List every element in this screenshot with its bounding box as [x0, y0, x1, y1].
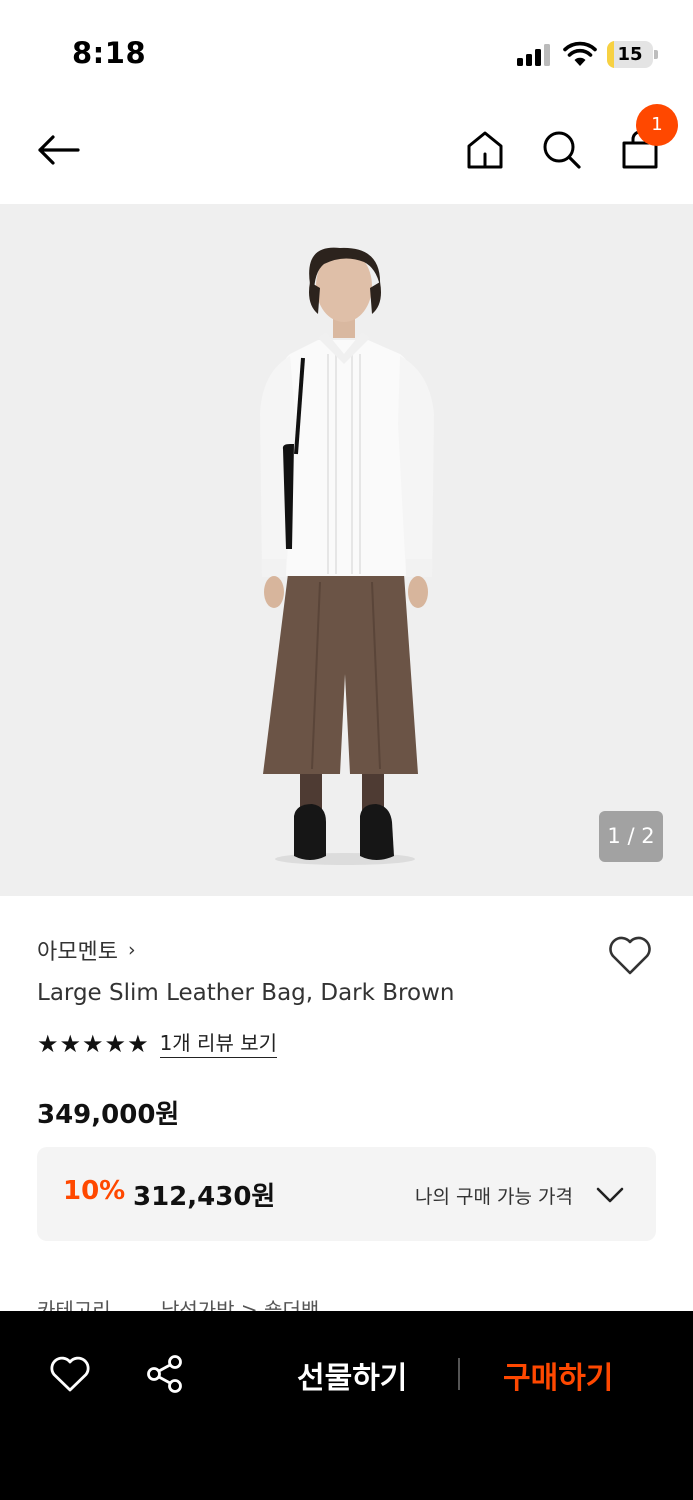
- discount-price: 312,430원: [133, 1182, 276, 1212]
- search-icon: [543, 131, 581, 169]
- star-icon: ★: [82, 1030, 104, 1058]
- product-price: 349,000원: [37, 1100, 180, 1130]
- heart-outline-icon: [50, 1356, 90, 1392]
- divider: [458, 1358, 460, 1390]
- star-icon: ★: [37, 1030, 59, 1058]
- review-link[interactable]: 1개 리뷰 보기: [159, 1031, 278, 1058]
- brand-link[interactable]: 아모멘토 ›: [37, 934, 136, 966]
- rating-row: ★ ★ ★ ★ ★ 1개 리뷰 보기: [37, 1030, 278, 1058]
- status-time: 8:18: [72, 36, 147, 70]
- chevron-down-icon: [596, 1187, 624, 1203]
- bottom-action-bar: 선물하기 구매하기: [0, 1311, 693, 1500]
- product-image-gallery[interactable]: 1 / 2: [0, 204, 693, 896]
- app-header: 1: [0, 100, 693, 204]
- wifi-icon: [563, 40, 597, 68]
- cellular-signal-icon: [517, 44, 553, 66]
- brand-name: 아모멘토: [37, 940, 118, 965]
- star-icon: ★: [127, 1030, 149, 1058]
- battery-level: 15: [617, 44, 643, 65]
- wishlist-button[interactable]: [604, 930, 656, 980]
- home-button[interactable]: [458, 122, 512, 178]
- rating-stars: ★ ★ ★ ★ ★: [37, 1030, 150, 1058]
- discount-rate: 10%: [63, 1176, 126, 1206]
- heart-outline-icon: [609, 936, 651, 975]
- discount-price-box[interactable]: 10% 312,430원 나의 구매 가능 가격: [37, 1147, 656, 1241]
- battery-icon: 15: [607, 41, 658, 68]
- image-counter: 1 / 2: [599, 811, 663, 862]
- buy-button[interactable]: 구매하기: [503, 1353, 613, 1397]
- share-button[interactable]: [142, 1351, 188, 1397]
- my-price-label: 나의 구매 가능 가격: [415, 1186, 573, 1208]
- chevron-right-icon: ›: [127, 939, 136, 961]
- back-button[interactable]: [30, 122, 86, 178]
- home-icon: [467, 131, 503, 169]
- product-title: Large Slim Leather Bag, Dark Brown: [37, 980, 455, 1006]
- search-button[interactable]: [534, 122, 590, 178]
- star-icon: ★: [59, 1030, 82, 1058]
- product-photo: [260, 247, 434, 865]
- status-bar: 8:18 15: [0, 0, 693, 100]
- share-icon: [147, 1355, 182, 1393]
- star-icon: ★: [104, 1030, 127, 1058]
- like-button[interactable]: [46, 1351, 94, 1397]
- arrow-left-icon: [38, 135, 80, 165]
- cart-count-badge: 1: [636, 104, 678, 146]
- gift-button[interactable]: 선물하기: [297, 1353, 407, 1397]
